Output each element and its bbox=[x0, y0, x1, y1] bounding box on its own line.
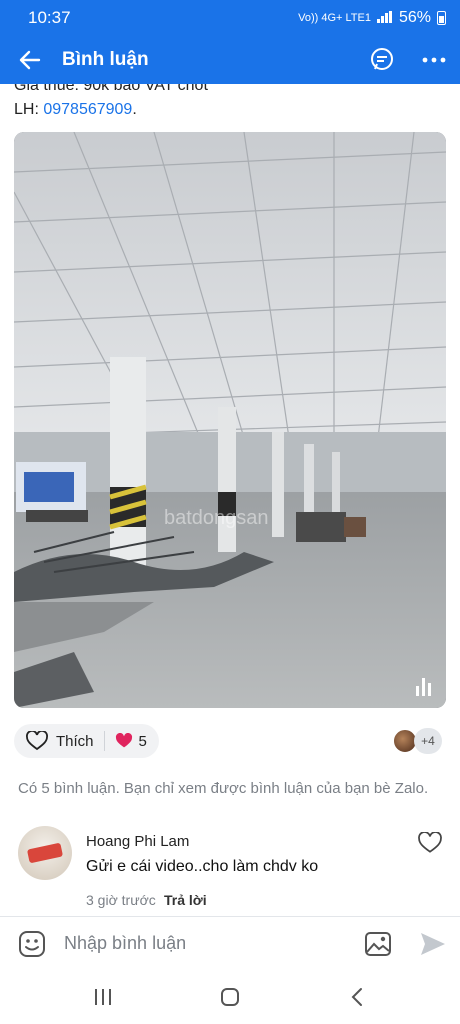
comment-time: 3 giờ trước bbox=[86, 892, 156, 908]
recent-apps-icon bbox=[95, 989, 112, 1005]
avatar[interactable] bbox=[18, 826, 72, 880]
recent-apps-button[interactable] bbox=[73, 970, 133, 1024]
arrow-left-icon bbox=[19, 50, 41, 70]
comment-like-button[interactable] bbox=[418, 831, 442, 859]
commenter-name[interactable]: Hoang Phi Lam bbox=[86, 833, 189, 850]
status-icons: Vo)) 4G+ LTE1 56% bbox=[298, 9, 446, 27]
chevron-left-icon bbox=[351, 988, 362, 1006]
system-nav-bar bbox=[0, 970, 460, 1024]
likers-list[interactable]: +4 bbox=[392, 728, 442, 754]
post-photo[interactable]: batdongsan bbox=[14, 132, 446, 708]
heart-count-button[interactable]: 5 bbox=[115, 733, 147, 750]
contact-line: LH: 0978567909. bbox=[14, 98, 208, 122]
back-button[interactable] bbox=[0, 36, 60, 84]
send-icon bbox=[421, 932, 445, 955]
chat-button[interactable] bbox=[356, 36, 408, 84]
comment-input[interactable] bbox=[64, 933, 350, 954]
bars-icon bbox=[376, 10, 393, 26]
chat-bubble-icon bbox=[371, 48, 393, 70]
status-bar: 10:37 Vo)) 4G+ LTE1 56% bbox=[0, 0, 460, 36]
heart-outline-icon bbox=[26, 731, 48, 751]
heart-outline-icon bbox=[418, 831, 442, 853]
like-button[interactable]: Thích bbox=[26, 731, 104, 751]
home-icon bbox=[220, 988, 239, 1006]
comment-item: Hoang Phi Lam Gửi e cái video..cho làm c… bbox=[0, 824, 460, 916]
system-back-button[interactable] bbox=[327, 970, 387, 1024]
image-button[interactable] bbox=[350, 917, 406, 971]
reaction-divider bbox=[103, 731, 105, 751]
comment-text: Gửi e cái video..cho làm chdv ko bbox=[86, 858, 319, 875]
stats-icon[interactable] bbox=[414, 676, 434, 696]
signal-icon: Vo)) 4G+ LTE1 bbox=[298, 12, 371, 24]
app-bar: Bình luận bbox=[0, 36, 460, 84]
status-time: 10:37 bbox=[28, 8, 71, 27]
image-icon bbox=[365, 931, 391, 956]
contact-suffix: . bbox=[132, 101, 137, 118]
page-title: Bình luận bbox=[62, 49, 149, 70]
reply-button[interactable]: Trả lời bbox=[164, 892, 207, 908]
battery-percent: 56% bbox=[398, 9, 431, 26]
heart-count: 5 bbox=[138, 732, 147, 750]
contact-prefix: LH: bbox=[14, 101, 44, 118]
svg-text:batdongsan: batdongsan bbox=[164, 507, 269, 529]
reaction-bar: Thích 5 bbox=[14, 724, 159, 758]
comment-input-bar bbox=[0, 916, 460, 970]
like-label: Thích bbox=[56, 732, 94, 750]
battery-icon bbox=[437, 11, 446, 25]
emoji-icon bbox=[19, 930, 45, 957]
emoji-button[interactable] bbox=[0, 917, 64, 971]
warehouse-photo: batdongsan bbox=[14, 132, 446, 708]
comment-notice: Có 5 bình luận. Bạn chỉ xem được bình lu… bbox=[18, 780, 429, 797]
phone-link[interactable]: 0978567909 bbox=[43, 101, 132, 118]
heart-filled-icon bbox=[115, 733, 132, 748]
more-options-button[interactable] bbox=[408, 36, 460, 84]
send-button[interactable] bbox=[406, 917, 460, 971]
more-likers-badge: +4 bbox=[414, 728, 442, 754]
home-button[interactable] bbox=[200, 970, 260, 1024]
more-dots-icon bbox=[422, 57, 446, 63]
